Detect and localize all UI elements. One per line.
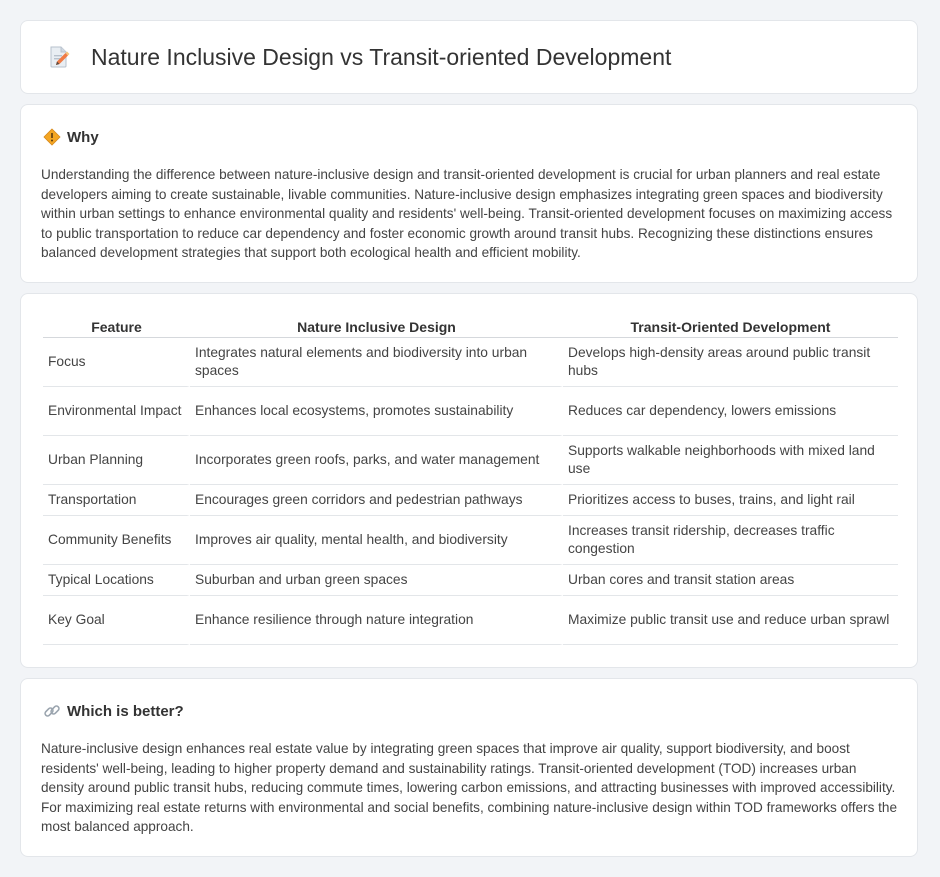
transit-cell: Develops high-density areas around publi… bbox=[563, 338, 898, 387]
which-is-better-section: Which is better? Nature-inclusive design… bbox=[20, 678, 918, 857]
table-row: Community Benefits Improves air quality,… bbox=[43, 516, 898, 565]
which-is-better-heading: Which is better? bbox=[67, 702, 184, 720]
page-title: Nature Inclusive Design vs Transit-orien… bbox=[91, 43, 672, 70]
comparison-table: Feature Nature Inclusive Design Transit-… bbox=[43, 316, 898, 645]
nature-cell: Encourages green corridors and pedestria… bbox=[190, 485, 563, 516]
table-row: Focus Integrates natural elements and bi… bbox=[43, 338, 898, 387]
table-row: Environmental Impact Enhances local ecos… bbox=[43, 387, 898, 436]
nature-cell: Integrates natural elements and biodiver… bbox=[190, 338, 563, 387]
table-row: Transportation Encourages green corridor… bbox=[43, 485, 898, 516]
document-pencil-icon bbox=[50, 46, 70, 68]
nature-cell: Suburban and urban green spaces bbox=[190, 565, 563, 596]
nature-cell: Enhance resilience through nature integr… bbox=[190, 596, 563, 645]
title-card: Nature Inclusive Design vs Transit-orien… bbox=[20, 20, 918, 94]
header-feature: Feature bbox=[43, 316, 190, 338]
why-heading: Why bbox=[67, 128, 99, 146]
table-row: Urban Planning Incorporates green roofs,… bbox=[43, 436, 898, 485]
header-transit-oriented-development: Transit-Oriented Development bbox=[563, 316, 898, 338]
comparison-section: Feature Nature Inclusive Design Transit-… bbox=[20, 293, 918, 668]
table-header-row: Feature Nature Inclusive Design Transit-… bbox=[43, 316, 898, 338]
table-row: Typical Locations Suburban and urban gre… bbox=[43, 565, 898, 596]
which-is-better-text: Nature-inclusive design enhances real es… bbox=[41, 741, 898, 835]
why-section: Why Understanding the difference between… bbox=[20, 104, 918, 283]
why-text: Understanding the difference between nat… bbox=[41, 167, 893, 261]
header-nature-inclusive-design: Nature Inclusive Design bbox=[190, 316, 563, 338]
nature-cell: Incorporates green roofs, parks, and wat… bbox=[190, 436, 563, 485]
transit-cell: Maximize public transit use and reduce u… bbox=[563, 596, 898, 645]
transit-cell: Supports walkable neighborhoods with mix… bbox=[563, 436, 898, 485]
table-row: Key Goal Enhance resilience through natu… bbox=[43, 596, 898, 645]
feature-cell: Key Goal bbox=[43, 596, 190, 645]
link-icon bbox=[44, 705, 60, 717]
nature-cell: Improves air quality, mental health, and… bbox=[190, 516, 563, 565]
feature-cell: Urban Planning bbox=[43, 436, 190, 485]
transit-cell: Increases transit ridership, decreases t… bbox=[563, 516, 898, 565]
transit-cell: Reduces car dependency, lowers emissions bbox=[563, 387, 898, 436]
diamond-sign-icon bbox=[43, 128, 61, 146]
transit-cell: Prioritizes access to buses, trains, and… bbox=[563, 485, 898, 516]
feature-cell: Transportation bbox=[43, 485, 190, 516]
transit-cell: Urban cores and transit station areas bbox=[563, 565, 898, 596]
nature-cell: Enhances local ecosystems, promotes sust… bbox=[190, 387, 563, 436]
feature-cell: Environmental Impact bbox=[43, 387, 190, 436]
feature-cell: Focus bbox=[43, 338, 190, 387]
feature-cell: Community Benefits bbox=[43, 516, 190, 565]
feature-cell: Typical Locations bbox=[43, 565, 190, 596]
